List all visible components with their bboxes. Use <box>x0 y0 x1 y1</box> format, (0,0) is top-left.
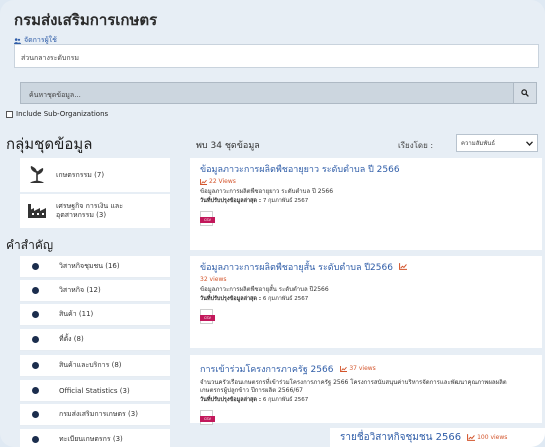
updated-label: วันที่ปรับปรุงข้อมูลล่าสุด : <box>200 296 262 302</box>
last-updated: วันที่ปรับปรุงข้อมูลล่าสุด : 6 กุมภาพันธ… <box>200 295 532 303</box>
keyword-label: วิสาหกิจ (12) <box>59 286 101 294</box>
dataset-title: ข้อมูลภาวะการผลิตพืชอายุสั้น ระดับตำบล ป… <box>200 263 393 273</box>
keyword-label: Official Statistics (3) <box>59 386 130 395</box>
dataset-title-link[interactable]: การเข้าร่วมโครงการภาครัฐ 2566 37 views <box>200 361 532 376</box>
results-count: พบ 34 ชุดข้อมูล <box>196 141 260 151</box>
dataset-title: รายชื่อวิสาหกิจชุมชน 2566 <box>340 432 462 443</box>
csv-file-icon[interactable]: CSV <box>200 410 215 425</box>
csv-file-icon[interactable]: CSV <box>200 309 215 324</box>
views-label: 32 views <box>200 276 227 283</box>
dataset-card: ข้อมูลภาวะการผลิตพืชอายุยาว ระดับตำบล ปี… <box>190 158 542 250</box>
dataset-card-partial: รายชื่อวิสาหกิจชุมชน 2566 100 views <box>330 428 545 447</box>
search-button[interactable] <box>513 82 537 104</box>
group-item-agriculture[interactable]: เกษตรกรรม (7) <box>20 158 170 192</box>
group-label: เศรษฐกิจ การเงิน และ อุตสาหกรรม (3) <box>56 202 123 219</box>
keyword-item[interactable]: สินค้า (11) <box>20 304 170 326</box>
views-count: 37 views <box>340 363 376 375</box>
updated-value: 6 กุมภาพันธ์ 2567 <box>262 397 309 403</box>
bullet-icon <box>32 411 39 418</box>
keyword-item[interactable]: Official Statistics (3) <box>20 380 170 402</box>
dataset-title-link[interactable]: ข้อมูลภาวะการผลิตพืชอายุสั้น ระดับตำบล ป… <box>200 262 532 274</box>
dataset-card: ข้อมูลภาวะการผลิตพืชอายุสั้น ระดับตำบล ป… <box>190 256 542 348</box>
keyword-item[interactable]: สินค้าและบริการ (8) <box>20 355 170 377</box>
views-count: 22 Views <box>200 178 532 185</box>
keyword-item[interactable]: ที่ตั้ง (8) <box>20 329 170 351</box>
factory-icon <box>26 200 48 222</box>
include-sub-orgs-checkbox[interactable]: Include Sub-Organizations <box>6 110 108 118</box>
plant-icon <box>26 164 48 186</box>
dataset-title-link[interactable]: รายชื่อวิสาหกิจชุมชน 2566 100 views <box>340 430 535 445</box>
organization-field[interactable]: ส่วนกลางระดับกรม <box>14 44 539 68</box>
keyword-label: กรมส่งเสริมการเกษตร (3) <box>59 410 138 418</box>
trend-chart-icon <box>467 434 476 441</box>
keyword-item[interactable]: วิสาหกิจ (12) <box>20 280 170 302</box>
page-frame: กรมส่งเสริมการเกษตร จัดการผู้ใช้ ส่วนกลา… <box>0 0 545 447</box>
keyword-label: ทะเบียนเกษตรกร (3) <box>59 435 123 443</box>
bullet-icon <box>32 362 39 369</box>
views-count: 100 views <box>467 434 507 441</box>
bullet-icon <box>32 436 39 443</box>
bullet-icon <box>32 311 39 318</box>
bullet-icon <box>32 336 39 343</box>
updated-label: วันที่ปรับปรุงข้อมูลล่าสุด : <box>200 397 262 403</box>
last-updated: วันที่ปรับปรุงข้อมูลล่าสุด : 7 กุมภาพันธ… <box>200 197 532 205</box>
dataset-description: ข้อมูลภาวะการผลิตพืชอายุสั้น ระดับตำบล ป… <box>200 286 329 293</box>
dataset-title: การเข้าร่วมโครงการภาครัฐ 2566 <box>200 365 334 375</box>
views-label: 22 Views <box>209 178 236 185</box>
updated-value: 6 กุมภาพันธ์ 2567 <box>262 296 309 302</box>
bullet-icon <box>32 387 39 394</box>
csv-format-label: CSV <box>200 217 215 223</box>
last-updated: วันที่ปรับปรุงข้อมูลล่าสุด : 6 กุมภาพันธ… <box>200 396 532 404</box>
dataset-card: การเข้าร่วมโครงการภาครัฐ 2566 37 views จ… <box>190 355 542 425</box>
keyword-label: สินค้า (11) <box>59 310 94 318</box>
org-header: กรมส่งเสริมการเกษตร จัดการผู้ใช้ <box>14 8 157 46</box>
sort-select-value: ความสัมพันธ์ <box>461 140 496 147</box>
csv-format-label: CSV <box>200 416 215 422</box>
dataset-description: จำนวนครัวเรือนเกษตรกรที่เข้าร่วมโครงการภ… <box>200 379 507 394</box>
sort-label: เรียงโดย : <box>398 141 434 150</box>
sort-select[interactable]: ความสัมพันธ์ <box>456 134 538 152</box>
search-input[interactable]: ค้นหาชุดข้อมูล... <box>20 82 514 104</box>
updated-label: วันที่ปรับปรุงข้อมูลล่าสุด : <box>200 198 262 204</box>
csv-file-icon[interactable]: CSV <box>200 211 215 226</box>
csv-format-label: CSV <box>200 315 215 321</box>
group-item-economy[interactable]: เศรษฐกิจ การเงิน และ อุตสาหกรรม (3) <box>20 194 170 228</box>
keyword-label: ที่ตั้ง (8) <box>59 335 84 343</box>
groups-heading: กลุ่มชุดข้อมูล <box>6 135 93 153</box>
group-label: เกษตรกรรม (7) <box>56 170 105 179</box>
trend-chart-icon <box>200 178 207 185</box>
org-title: กรมส่งเสริมการเกษตร <box>14 11 158 29</box>
dataset-description: ข้อมูลภาวะการผลิตพืชอายุยาว ระดับตำบล ปี… <box>200 188 334 195</box>
views-count: 32 views <box>200 276 532 283</box>
dataset-title-link[interactable]: ข้อมูลภาวะการผลิตพืชอายุยาว ระดับตำบล ปี… <box>200 164 532 176</box>
keyword-label: สินค้าและบริการ (8) <box>59 361 122 369</box>
trend-chart-icon <box>398 263 407 270</box>
views-label: 100 views <box>477 434 508 441</box>
chevron-down-icon <box>526 140 533 146</box>
updated-value: 7 กุมภาพันธ์ 2567 <box>262 198 309 204</box>
search-icon <box>521 89 529 97</box>
trend-chart-icon <box>340 366 348 372</box>
keyword-label: วิสาหกิจชุมชน (16) <box>59 262 120 270</box>
bullet-icon <box>32 263 39 270</box>
views-label: 37 views <box>349 365 376 372</box>
keywords-heading: คำสำคัญ <box>6 238 54 252</box>
checkbox-box[interactable] <box>6 110 13 118</box>
include-sub-orgs-label: Include Sub-Organizations <box>16 110 109 118</box>
keyword-item[interactable]: กรมส่งเสริมการเกษตร (3) <box>20 404 170 426</box>
keyword-item[interactable]: ทะเบียนเกษตรกร (3) <box>20 429 170 447</box>
users-icon <box>14 37 21 44</box>
keyword-item[interactable]: วิสาหกิจชุมชน (16) <box>20 256 170 278</box>
bullet-icon <box>32 287 39 294</box>
